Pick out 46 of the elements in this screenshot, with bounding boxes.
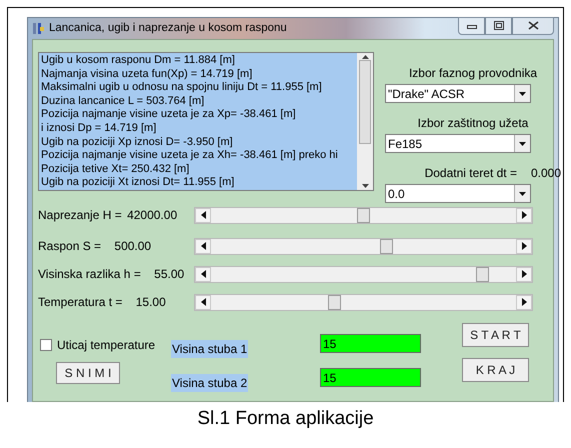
dropdown-arrow-icon <box>519 92 526 96</box>
dropdown[interactable]: Fe185 <box>385 134 531 153</box>
result-line: Pozicija najmanje visine uzeta je za Xp= -38.461 [m] <box>41 108 297 122</box>
scroll-up-icon[interactable] <box>362 53 368 61</box>
action-button[interactable]: S T A R T <box>462 323 529 347</box>
figure-caption: Sl.1 Forma aplikacije <box>196 407 375 431</box>
result-line: i iznosi Dp = 14.719 [m] <box>41 122 158 136</box>
field-label: Izbor zaštitnog užeta <box>418 116 528 130</box>
dropdown-arrow-icon <box>519 142 526 146</box>
close-button[interactable] <box>512 16 554 34</box>
load-reading: 0.000 <box>530 166 561 180</box>
result-line: Najmanja visina uzeta fun(Xp) = 14.719 [m] <box>41 68 254 82</box>
dropdown-arrow-icon <box>519 192 526 196</box>
app-icon <box>32 22 45 35</box>
action-button[interactable]: K R A J <box>462 358 529 382</box>
scrollbar[interactable] <box>357 53 373 190</box>
minimize-button[interactable] <box>458 16 485 34</box>
slider-label: Naprezanje H = 42000.00 <box>38 207 178 224</box>
slider-label: Raspon S = 500.00 <box>38 238 152 255</box>
field-label: Izbor faznog provodnika <box>408 66 538 80</box>
maximize-icon <box>494 21 504 30</box>
maximize-button[interactable] <box>485 16 512 34</box>
slider-label: Visinska razlika h = 55.00 <box>38 266 186 283</box>
slider-label: Temperatura t = 15.00 <box>38 294 167 311</box>
scroll-down-icon[interactable] <box>362 182 368 190</box>
window-title: Lancanica, ugib i naprezanje u kosom rasponu <box>49 20 287 36</box>
save-button[interactable]: S N I M I <box>56 362 120 384</box>
field-label: Visina stuba 1 <box>171 340 248 358</box>
field-label: Visina stuba 2 <box>171 374 248 392</box>
result-line: Pozicija najmanje visine uzeta je za Xh= -38.461 [m] preko hi <box>41 149 339 163</box>
field-label: Dodatni teret dt = <box>424 166 517 180</box>
results-listbox[interactable] <box>38 52 374 191</box>
result-line: Duzina lancanice L = 503.764 [m] <box>41 94 206 108</box>
result-line: Ugib u kosom rasponu Dm = 11.884 [m] <box>41 54 236 68</box>
result-line: Ugib na poziciji Xp iznosi D= -3.950 [m] <box>41 136 234 150</box>
checkbox-label: Uticaj temperature <box>57 337 156 354</box>
dropdown[interactable]: 0.0 <box>385 184 531 203</box>
input-field[interactable]: 15 <box>320 368 421 387</box>
dropdown[interactable]: "Drake" ACSR <box>385 84 531 103</box>
result-line: Maksimalni ugib u odnosu na spojnu liniju Dt = 11.955 [m] <box>41 81 323 95</box>
result-line: Pozicija tetive Xt= 250.432 [m] <box>41 162 190 176</box>
input-field[interactable]: 15 <box>320 334 421 353</box>
result-line: Ugib na poziciji Xt iznosi Dt= 11.955 [m] <box>41 176 236 190</box>
close-icon <box>528 21 538 30</box>
minimize-icon <box>466 22 476 28</box>
checkbox[interactable] <box>40 339 52 351</box>
